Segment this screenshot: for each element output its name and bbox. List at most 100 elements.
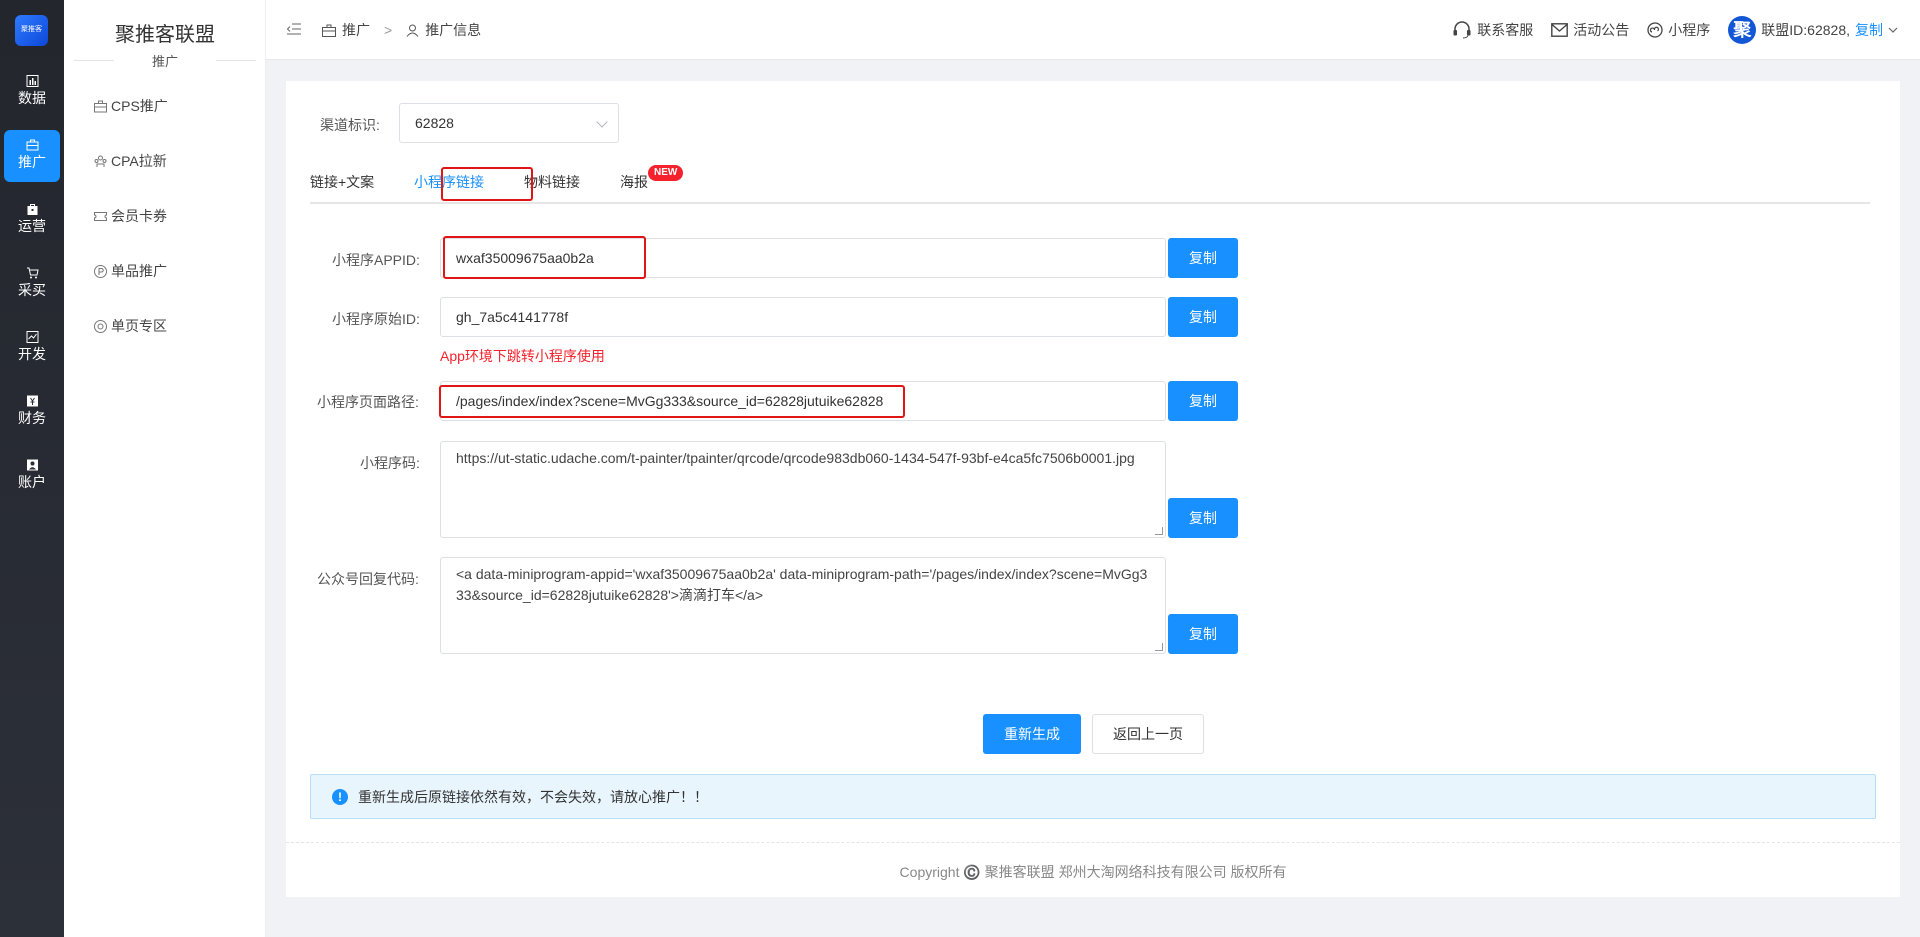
- code-chart-icon: [26, 331, 38, 343]
- sidebar-item-single-page[interactable]: 单页专区: [94, 316, 167, 336]
- bag-icon: [27, 204, 37, 215]
- divider: [216, 60, 256, 61]
- copy-origid-button[interactable]: 复制: [1168, 297, 1238, 337]
- regenerate-button[interactable]: 重新生成: [983, 714, 1081, 754]
- rail-item-label: 财务: [18, 410, 46, 426]
- sidebar-item-label: CPA拉新: [111, 153, 167, 169]
- contact-service-label: 联系客服: [1477, 22, 1534, 38]
- copy-appid-button[interactable]: 复制: [1168, 238, 1238, 278]
- copy-path-button[interactable]: 复制: [1168, 381, 1238, 421]
- contact-service-link[interactable]: 联系客服: [1452, 20, 1533, 40]
- main-card: 渠道标识: 62828 链接+文案 小程序链接 物料链接 海报 NEW 小程序A…: [286, 81, 1900, 897]
- target-icon: [94, 319, 107, 333]
- divider: [74, 60, 114, 61]
- chevron-down-icon: [596, 116, 608, 128]
- sidebar-item-member-coupon[interactable]: 会员卡券: [94, 206, 167, 226]
- copyright-footer: Copyright ©️ 聚推客联盟 郑州大淘网络科技有限公司 版权所有: [899, 864, 1287, 880]
- origid-label: 小程序原始ID:: [332, 311, 420, 327]
- new-badge: NEW: [648, 165, 684, 181]
- rail-item-label: 数据: [18, 90, 46, 106]
- collapse-menu-icon[interactable]: [286, 21, 302, 37]
- secondary-sidebar: 聚推客联盟 推广 CPS推广 CPA拉新 会员卡券 单品推广 单页专区: [64, 0, 266, 937]
- rail-item-label: 运营: [18, 218, 46, 234]
- users-icon: [94, 155, 107, 167]
- highlight-box: [441, 167, 533, 201]
- breadcrumb-separator: >: [384, 22, 393, 38]
- highlight-box: [439, 385, 905, 418]
- app-logo[interactable]: 聚推客: [15, 15, 48, 46]
- briefcase-icon: [94, 100, 107, 112]
- mini-program-icon: [1647, 22, 1663, 38]
- rail-item-develop[interactable]: 开发: [4, 322, 60, 374]
- sidebar-item-label: 单品推广: [111, 263, 167, 279]
- tab-link-copy[interactable]: 链接+文案: [310, 172, 374, 192]
- tab-poster[interactable]: 海报: [620, 172, 648, 192]
- breadcrumb-item-promote[interactable]: 推广: [342, 20, 370, 40]
- copy-qrcode-button[interactable]: 复制: [1168, 498, 1238, 538]
- breadcrumb: 推广 > 推广信息: [322, 20, 481, 40]
- origid-hint: App环境下跳转小程序使用: [440, 348, 605, 364]
- divider: [286, 842, 1900, 843]
- reply-code-label: 公众号回复代码:: [317, 571, 419, 587]
- appid-label: 小程序APPID:: [332, 252, 420, 268]
- chevron-down-icon[interactable]: [1888, 26, 1898, 34]
- rail-item-label: 采买: [18, 282, 46, 298]
- rail-item-label: 推广: [18, 154, 46, 170]
- cart-icon: [26, 267, 39, 279]
- resize-handle[interactable]: [1155, 527, 1163, 535]
- sidebar-subtitle: 推广: [64, 51, 266, 70]
- breadcrumb-item-promo-info: 推广信息: [425, 22, 482, 38]
- rail-item-operate[interactable]: 运营: [4, 194, 60, 246]
- qrcode-label: 小程序码:: [360, 455, 420, 471]
- sidebar-item-label: CPS推广: [111, 98, 168, 114]
- headset-icon: [1453, 21, 1471, 39]
- rail-item-account[interactable]: 账户: [4, 450, 60, 502]
- alert-text: 重新生成后原链接依然有效，不会失效，请放心推广！！: [358, 788, 708, 805]
- activity-notice-link[interactable]: 活动公告: [1551, 20, 1629, 40]
- sidebar-item-cpa[interactable]: CPA拉新: [94, 151, 167, 171]
- mini-program-link[interactable]: 小程序: [1647, 20, 1710, 40]
- back-button[interactable]: 返回上一页: [1092, 714, 1204, 754]
- union-id-text: 联盟ID:62828,: [1761, 22, 1850, 38]
- copy-reply-code-button[interactable]: 复制: [1168, 614, 1238, 654]
- sidebar-item-label: 单页专区: [111, 318, 167, 334]
- avatar: 聚: [1728, 16, 1757, 44]
- channel-select[interactable]: 62828: [399, 103, 619, 143]
- briefcase-icon: [26, 139, 38, 151]
- mail-icon: [1551, 23, 1569, 37]
- path-label: 小程序页面路径:: [317, 394, 419, 410]
- ticket-icon: [94, 211, 107, 221]
- p-circle-icon: [94, 264, 107, 278]
- highlight-box: [443, 236, 646, 279]
- resize-handle[interactable]: [1155, 643, 1163, 651]
- reply-code-textarea[interactable]: <a data-miniprogram-appid='wxaf35009675a…: [440, 557, 1166, 654]
- mini-program-label: 小程序: [1668, 22, 1711, 38]
- info-icon: !: [332, 788, 348, 805]
- rail-item-promote[interactable]: 推广: [4, 130, 60, 182]
- sidebar-item-single-product[interactable]: 单品推广: [94, 261, 167, 281]
- qrcode-text: https://ut-static.udache.com/t-painter/t…: [456, 450, 1135, 466]
- qrcode-textarea[interactable]: https://ut-static.udache.com/t-painter/t…: [440, 441, 1166, 538]
- top-header: 推广 > 推广信息 联系客服 活动公告 小程序 聚 联盟ID:62828, 复制: [266, 0, 1920, 60]
- yen-icon: [26, 395, 38, 407]
- header-actions: 联系客服 活动公告 小程序 聚 联盟ID:62828, 复制: [1452, 16, 1898, 44]
- rail-item-label: 账户: [18, 474, 46, 490]
- rail-item-finance[interactable]: 财务: [4, 386, 60, 438]
- reply-code-text: <a data-miniprogram-appid='wxaf35009675a…: [456, 566, 1148, 603]
- copy-union-id-link[interactable]: 复制: [1855, 20, 1883, 40]
- channel-label: 渠道标识:: [320, 117, 380, 133]
- origid-field[interactable]: gh_7a5c4141778f: [440, 297, 1166, 337]
- person-card-icon: [26, 459, 38, 471]
- sidebar-title: 聚推客联盟: [115, 24, 215, 46]
- briefcase-icon: [322, 24, 336, 37]
- rail-item-purchase[interactable]: 采买: [4, 258, 60, 310]
- sidebar-item-label: 会员卡券: [111, 208, 167, 224]
- icon-rail: 聚推客 数据 推广 运营 采买 开发 财务 账户: [0, 0, 64, 937]
- activity-notice-label: 活动公告: [1573, 22, 1630, 38]
- account-menu[interactable]: 聚 联盟ID:62828, 复制: [1728, 16, 1898, 44]
- rail-item-data[interactable]: 数据: [4, 66, 60, 118]
- channel-select-value: 62828: [415, 115, 454, 131]
- rail-item-label: 开发: [18, 346, 46, 362]
- sidebar-item-cps[interactable]: CPS推广: [94, 96, 168, 116]
- sidebar-subtitle-text: 推广: [151, 54, 178, 69]
